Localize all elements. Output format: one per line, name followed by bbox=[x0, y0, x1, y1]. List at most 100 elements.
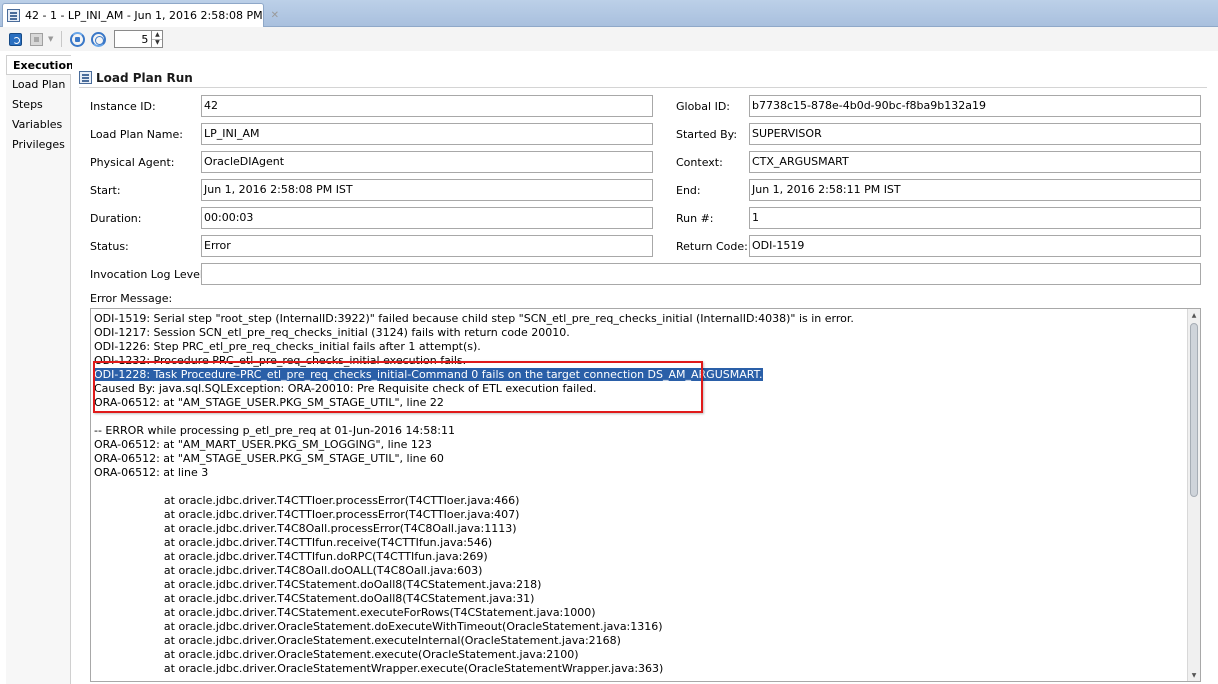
error-line: at oracle.jdbc.driver.T4C8Oall.processEr… bbox=[94, 522, 1184, 536]
section-header: Load Plan Run bbox=[79, 68, 1207, 88]
error-line-text: -- ERROR while processing p_etl_pre_req … bbox=[94, 424, 455, 437]
refresh-interval-input[interactable] bbox=[115, 31, 152, 47]
error-line: at oracle.jdbc.driver.OracleStatement.ex… bbox=[94, 648, 1184, 662]
error-line: Caused By: java.sql.SQLException: ORA-20… bbox=[94, 382, 1184, 396]
error-line bbox=[94, 410, 1184, 424]
error-line: ODI-1232: Procedure PRC_etl_pre_req_chec… bbox=[94, 354, 1184, 368]
editor-tab-strip: 42 - 1 - LP_INI_AM - Jun 1, 2016 2:58:08… bbox=[0, 0, 1218, 27]
scroll-up-icon[interactable]: ▲ bbox=[1188, 309, 1200, 321]
nav-item-steps[interactable]: Steps bbox=[6, 95, 70, 115]
physical-agent-label: Physical Agent: bbox=[90, 156, 175, 169]
error-message-text: ODI-1519: Serial step "root_step (Intern… bbox=[94, 312, 1184, 676]
error-line-text: at oracle.jdbc.driver.OracleStatement.ex… bbox=[94, 634, 621, 647]
error-line-text: at oracle.jdbc.driver.OracleStatementWra… bbox=[94, 662, 664, 675]
error-line: at oracle.jdbc.driver.T4CTTIfun.doRPC(T4… bbox=[94, 550, 1184, 564]
scroll-down-icon[interactable]: ▼ bbox=[1188, 669, 1200, 681]
context-field[interactable]: CTX_ARGUSMART bbox=[749, 151, 1201, 173]
error-line-text: ORA-06512: at line 3 bbox=[94, 466, 209, 479]
spinner-down-icon[interactable]: ▼ bbox=[152, 40, 162, 48]
error-line-text: at oracle.jdbc.driver.T4CStatement.doOal… bbox=[94, 592, 535, 605]
nav-item-privileges[interactable]: Privileges bbox=[6, 135, 70, 155]
error-line: ORA-06512: at "AM_STAGE_USER.PKG_SM_STAG… bbox=[94, 396, 1184, 410]
end-label: End: bbox=[676, 184, 701, 197]
error-line-text: at oracle.jdbc.driver.T4CStatement.execu… bbox=[94, 606, 596, 619]
error-line-text: ORA-06512: at "AM_STAGE_USER.PKG_SM_STAG… bbox=[94, 452, 444, 465]
return-code-field[interactable]: ODI-1519 bbox=[749, 235, 1201, 257]
error-line: ODI-1217: Session SCN_etl_pre_req_checks… bbox=[94, 326, 1184, 340]
invocation-log-level-field[interactable] bbox=[201, 263, 1201, 285]
nav-item-load-plan[interactable]: Load Plan bbox=[6, 75, 70, 95]
section-title: Load Plan Run bbox=[96, 70, 193, 85]
chevron-down-icon[interactable]: ▼ bbox=[48, 35, 53, 43]
error-line: at oracle.jdbc.driver.T4CStatement.doOal… bbox=[94, 592, 1184, 606]
start-field[interactable]: Jun 1, 2016 2:58:08 PM IST bbox=[201, 179, 653, 201]
error-line: at oracle.jdbc.driver.T4CStatement.execu… bbox=[94, 606, 1184, 620]
toolbar-separator bbox=[61, 31, 63, 47]
error-line-text: at oracle.jdbc.driver.T4C8Oall.doOALL(T4… bbox=[94, 564, 483, 577]
error-message-textarea[interactable]: ODI-1519: Serial step "root_step (Intern… bbox=[90, 308, 1201, 682]
error-line-text: at oracle.jdbc.driver.T4CStatement.doOal… bbox=[94, 578, 542, 591]
start-label: Start: bbox=[90, 184, 121, 197]
error-line: at oracle.jdbc.driver.OracleStatement.do… bbox=[94, 620, 1184, 634]
error-line-text: ODI-1519: Serial step "root_step (Intern… bbox=[94, 312, 854, 325]
started-by-field[interactable]: SUPERVISOR bbox=[749, 123, 1201, 145]
load-plan-run-tab[interactable]: 42 - 1 - LP_INI_AM - Jun 1, 2016 2:58:08… bbox=[2, 3, 279, 27]
duration-label: Duration: bbox=[90, 212, 142, 225]
execution-panel: Load Plan Run Instance ID: 42 Global ID:… bbox=[72, 55, 1218, 684]
context-label: Context: bbox=[676, 156, 723, 169]
error-line-text: at oracle.jdbc.driver.T4CTTIfun.receive(… bbox=[94, 536, 493, 549]
spinner-up-icon[interactable]: ▲ bbox=[152, 31, 163, 40]
error-line: ODI-1519: Serial step "root_step (Intern… bbox=[94, 312, 1184, 326]
instance-id-label: Instance ID: bbox=[90, 100, 156, 113]
error-line: ORA-06512: at "AM_MART_USER.PKG_SM_LOGGI… bbox=[94, 438, 1184, 452]
auto-refresh-button[interactable] bbox=[68, 30, 86, 48]
error-line: ORA-06512: at "AM_STAGE_USER.PKG_SM_STAG… bbox=[94, 452, 1184, 466]
load-plan-run-icon bbox=[79, 71, 92, 84]
refresh-button[interactable] bbox=[6, 30, 24, 48]
nav-item-variables[interactable]: Variables bbox=[6, 115, 70, 135]
spinner-arrows: ▲ ▼ bbox=[151, 31, 163, 48]
error-line: at oracle.jdbc.driver.OracleStatementWra… bbox=[94, 662, 1184, 676]
started-by-label: Started By: bbox=[676, 128, 738, 141]
error-line: ODI-1228: Task Procedure-PRC_etl_pre_req… bbox=[94, 368, 1184, 382]
end-field[interactable]: Jun 1, 2016 2:58:11 PM IST bbox=[749, 179, 1201, 201]
error-line: at oracle.jdbc.driver.T4CTTIfun.receive(… bbox=[94, 536, 1184, 550]
error-line: at oracle.jdbc.driver.T4C8Oall.doOALL(T4… bbox=[94, 564, 1184, 578]
refresh-interval-spinner[interactable]: ▲ ▼ bbox=[114, 30, 164, 48]
vertical-scrollbar[interactable]: ▲ ▼ bbox=[1187, 309, 1200, 681]
stop-button[interactable] bbox=[27, 30, 45, 48]
invocation-log-level-label: Invocation Log Level: bbox=[90, 268, 207, 281]
error-line-text: at oracle.jdbc.driver.T4CTTIoer.processE… bbox=[94, 508, 520, 521]
stop-icon bbox=[29, 32, 43, 46]
return-code-label: Return Code: bbox=[676, 240, 748, 253]
status-field[interactable]: Error bbox=[201, 235, 653, 257]
physical-agent-field[interactable]: OracleDIAgent bbox=[201, 151, 653, 173]
error-line: ORA-06512: at line 3 bbox=[94, 466, 1184, 480]
auto-refresh-settings-button[interactable] bbox=[89, 30, 107, 48]
instance-id-field[interactable]: 42 bbox=[201, 95, 653, 117]
close-icon[interactable]: ✕ bbox=[271, 10, 279, 21]
nav-item-execution[interactable]: Execution bbox=[6, 55, 74, 75]
status-label: Status: bbox=[90, 240, 129, 253]
refresh-icon bbox=[8, 32, 22, 46]
error-line-text: ODI-1232: Procedure PRC_etl_pre_req_chec… bbox=[94, 354, 467, 367]
error-line-text: at oracle.jdbc.driver.OracleStatement.do… bbox=[94, 620, 663, 633]
editor-side-nav: Execution Load Plan Steps Variables Priv… bbox=[6, 55, 74, 684]
global-id-field[interactable]: b7738c15-878e-4b0d-90bc-f8ba9b132a19 bbox=[749, 95, 1201, 117]
error-message-label: Error Message: bbox=[90, 292, 173, 305]
error-line-text: ODI-1228: Task Procedure-PRC_etl_pre_req… bbox=[94, 368, 763, 381]
run-number-field[interactable]: 1 bbox=[749, 207, 1201, 229]
load-plan-name-field[interactable]: LP_INI_AM bbox=[201, 123, 653, 145]
error-line: ODI-1226: Step PRC_etl_pre_req_checks_in… bbox=[94, 340, 1184, 354]
error-line bbox=[94, 480, 1184, 494]
error-line-text: Caused By: java.sql.SQLException: ORA-20… bbox=[94, 382, 597, 395]
error-line-text: at oracle.jdbc.driver.T4CTTIoer.processE… bbox=[94, 494, 520, 507]
scrollbar-thumb[interactable] bbox=[1190, 323, 1198, 497]
load-plan-icon bbox=[7, 9, 20, 22]
sync-icon bbox=[69, 31, 85, 47]
duration-field[interactable]: 00:00:03 bbox=[201, 207, 653, 229]
sync-settings-icon bbox=[90, 31, 106, 47]
error-line: at oracle.jdbc.driver.T4CTTIoer.processE… bbox=[94, 508, 1184, 522]
run-number-label: Run #: bbox=[676, 212, 714, 225]
error-line-text: at oracle.jdbc.driver.T4C8Oall.processEr… bbox=[94, 522, 517, 535]
